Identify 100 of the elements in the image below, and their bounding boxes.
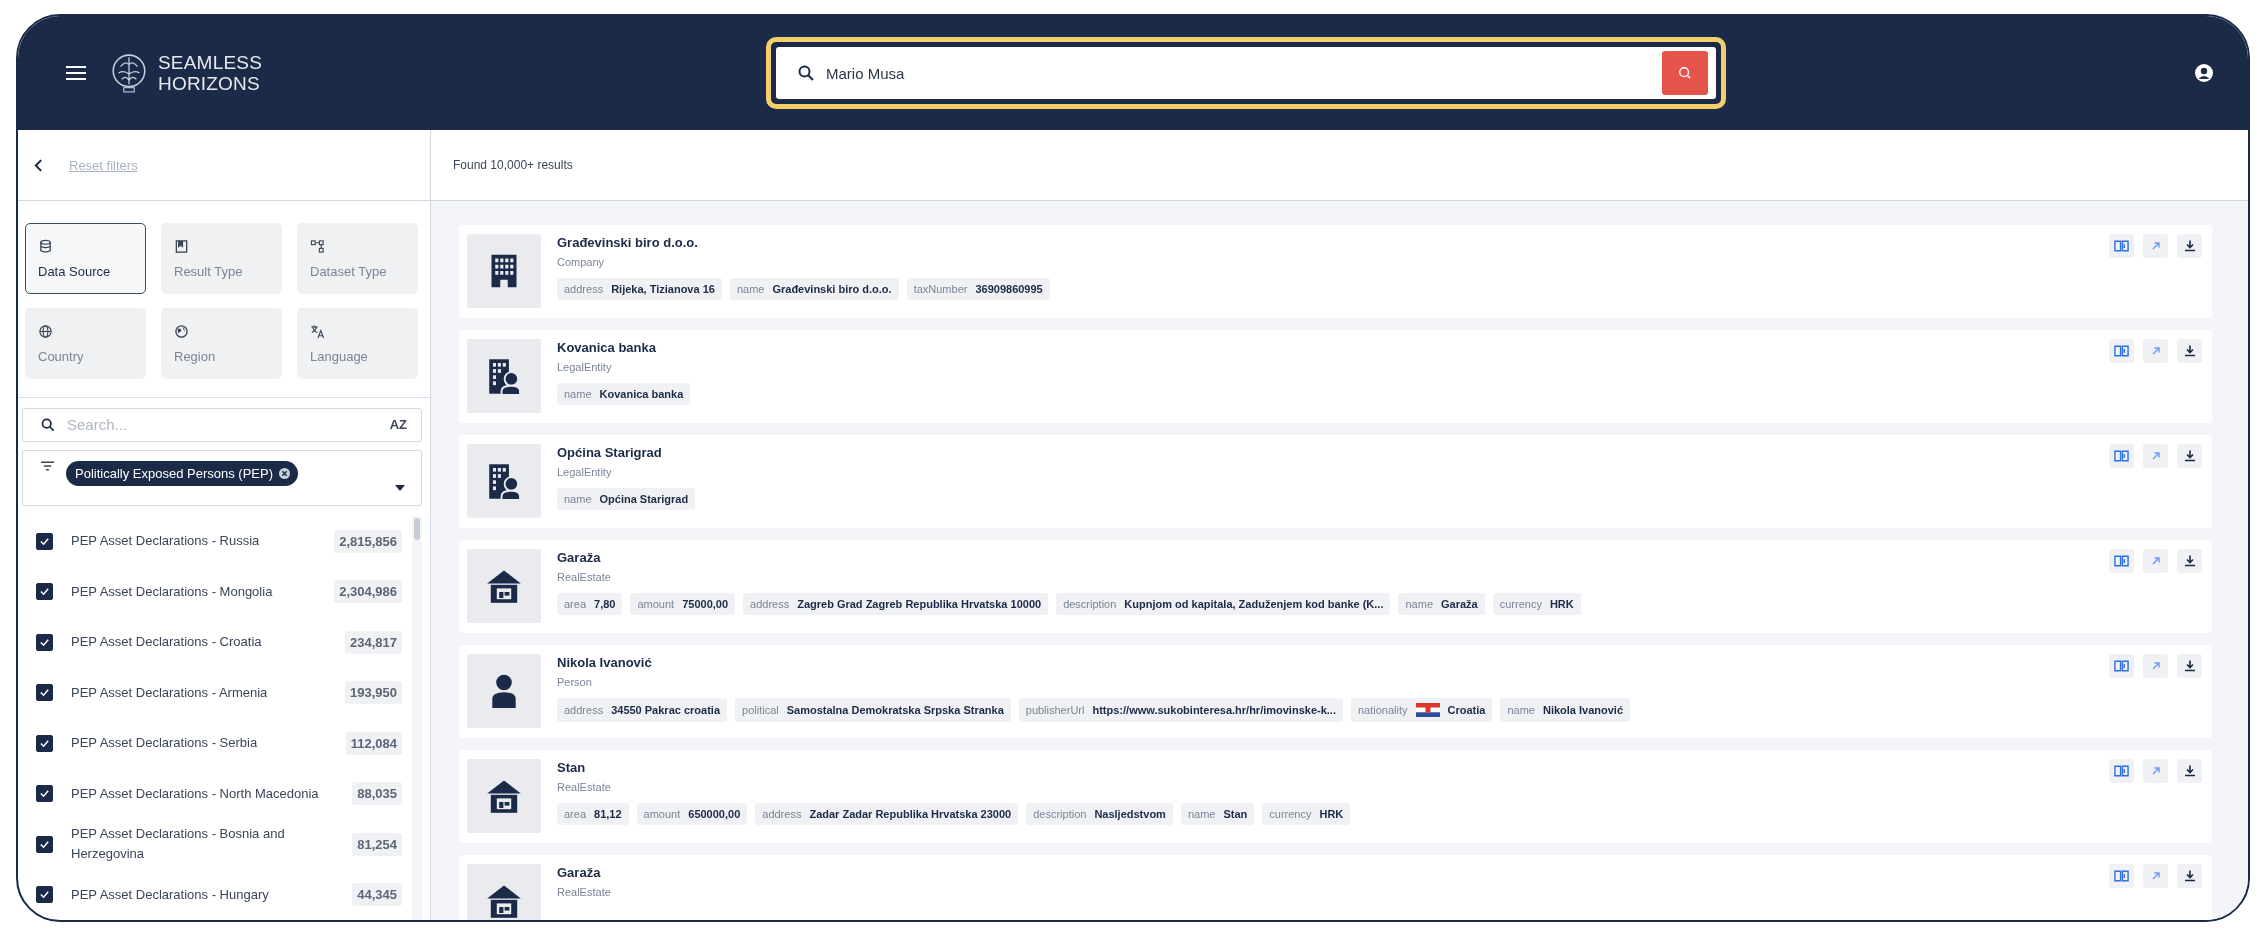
checkbox[interactable] xyxy=(36,532,53,550)
property-tag: publisherUrl https://www.sukobinteresa.hr/hr/imovinske-k... xyxy=(1018,698,1343,722)
property-tag: currency HRK xyxy=(1262,803,1351,825)
arrow-icon xyxy=(2150,871,2161,881)
filter-tab[interactable]: Data Source xyxy=(25,223,146,294)
dataset-search-field[interactable]: Search... AZ xyxy=(22,408,422,442)
download-button[interactable] xyxy=(2177,234,2202,258)
count-badge: 44,345 xyxy=(352,883,402,907)
property-tag: currency HRK xyxy=(1492,593,1581,615)
result-card[interactable]: Stan RealEstate area 81,12 amount 650000,00 address Zadar Zadar Republika Hrvatska 23000 description Nasljedstvom name Stan currency HRK xyxy=(459,750,2212,843)
result-title[interactable]: Kovanica banka xyxy=(557,340,2093,355)
details-button[interactable] xyxy=(2109,864,2134,888)
building-with-person-icon xyxy=(488,357,520,395)
result-title[interactable]: Nikola Ivanović xyxy=(557,655,2093,670)
category-chip[interactable]: Politically Exposed Persons (PEP) xyxy=(66,460,298,486)
bookmark-icon xyxy=(174,238,189,254)
count-badge: 88,035 xyxy=(352,782,402,806)
download-button[interactable] xyxy=(2177,759,2202,783)
result-title[interactable]: Garaža xyxy=(557,865,2093,880)
property-tag: nationality Croatia xyxy=(1350,698,1493,722)
check-icon xyxy=(39,838,50,850)
result-title[interactable]: Stan xyxy=(557,760,2093,775)
download-button[interactable] xyxy=(2177,549,2202,573)
property-tag: name Građevinski biro d.o.o. xyxy=(729,278,899,300)
details-button[interactable] xyxy=(2109,549,2134,573)
checkbox[interactable] xyxy=(36,684,53,702)
result-title[interactable]: Garaža xyxy=(557,550,2093,565)
checkbox[interactable] xyxy=(36,633,53,651)
result-type: RealEstate xyxy=(557,886,612,898)
scrollbar-thumb[interactable] xyxy=(414,518,420,540)
property-tag: address Rijeka, Tizianova 16 xyxy=(557,278,722,300)
property-tag: name Kovanica banka xyxy=(557,383,691,405)
check-icon xyxy=(39,737,50,749)
property-tag: political Samostalna Demokratska Srpska Stranka xyxy=(735,698,1011,722)
close-icon[interactable] xyxy=(279,467,290,479)
checkbox[interactable] xyxy=(36,835,53,853)
category-select[interactable]: Politically Exposed Persons (PEP) xyxy=(22,449,422,506)
arrow-icon xyxy=(2150,766,2161,776)
building-with-person-icon xyxy=(488,462,520,500)
menu-icon[interactable] xyxy=(66,65,86,81)
property-tag: address Zagreb Grad Zagreb Republika Hrvatska 10000 xyxy=(743,593,1049,615)
search-input[interactable]: Search... xyxy=(65,415,378,435)
person-icon xyxy=(491,674,517,708)
download-button[interactable] xyxy=(2177,864,2202,888)
download-button[interactable] xyxy=(2177,339,2202,363)
count-badge: 112,084 xyxy=(345,731,402,755)
dataset-label: PEP Asset Declarations - Mongolia xyxy=(71,582,274,601)
property-tag: name Nikola Ivanović xyxy=(1500,698,1631,722)
details-button[interactable] xyxy=(2109,444,2134,468)
result-card[interactable]: Kovanica banka LegalEntity name Kovanica banka xyxy=(459,330,2212,423)
details-button[interactable] xyxy=(2109,234,2134,258)
property-tag: description Kupnjom od kapitala, Zaduženjem kod banke (K... xyxy=(1056,593,1391,615)
result-card[interactable]: Građevinski biro d.o.o. Company address Rijeka, Tizianova 16 name Građevinski biro d.o.o. taxNumber 36909860995 xyxy=(459,225,2212,318)
download-icon xyxy=(2183,345,2196,357)
hierarchy-icon xyxy=(310,238,325,254)
results-count: Found 10,000+ results xyxy=(453,158,573,172)
result-card[interactable]: Nikola Ivanović Person address 34550 Pakrac croatia political Samostalna Demokratska Srpska Stranka publisherUrl https://www.sukobinteresa.hr/hr/imovinske-k... nationality Croatia name Nikola Ivanović xyxy=(459,645,2212,738)
sort-button[interactable]: AZ xyxy=(387,415,409,435)
house-icon xyxy=(486,884,522,918)
result-title[interactable]: Općina Starigrad xyxy=(557,445,2093,460)
search-icon xyxy=(41,417,55,432)
result-title[interactable]: Građevinski biro d.o.o. xyxy=(557,235,2093,250)
details-button[interactable] xyxy=(2109,339,2134,363)
user-avatar-icon[interactable] xyxy=(2194,63,2214,83)
dataset-label: PEP Asset Declarations - Croatia xyxy=(71,633,263,652)
result-card[interactable]: Garaža RealEstate xyxy=(459,855,2212,920)
property-tag: name Garaža xyxy=(1398,593,1485,615)
download-button[interactable] xyxy=(2177,654,2202,678)
download-button[interactable] xyxy=(2177,444,2202,468)
result-card[interactable]: Garaža RealEstate area 7,80 amount 75000,00 address Zagreb Grad Zagreb Republika Hrvatska 10000 description Kupnjom od kapitala, Zaduženjem kod banke (K... name Garaža currency HRK xyxy=(459,540,2212,633)
property-tag: name Općina Starigrad xyxy=(557,488,696,510)
download-icon xyxy=(2183,555,2196,567)
logo-text: SEAMLESS HORIZONS xyxy=(158,52,263,94)
database-icon xyxy=(38,238,53,254)
download-icon xyxy=(2183,660,2196,672)
checkbox[interactable] xyxy=(36,886,53,904)
house-icon xyxy=(486,779,522,813)
details-button[interactable] xyxy=(2109,654,2134,678)
book-icon xyxy=(2114,450,2129,462)
download-icon xyxy=(2183,240,2196,252)
result-type: LegalEntity xyxy=(557,466,613,478)
count-badge: 193,950 xyxy=(345,681,402,705)
checkbox[interactable] xyxy=(36,583,53,601)
dataset-label: PEP Asset Declarations - Russia xyxy=(71,532,261,551)
search-input[interactable]: Mario Musa xyxy=(824,63,1652,83)
check-icon xyxy=(39,687,50,699)
download-icon xyxy=(2183,870,2196,882)
result-type: Company xyxy=(557,256,606,268)
result-card[interactable]: Općina Starigrad LegalEntity name Općina Starigrad xyxy=(459,435,2212,528)
checkbox[interactable] xyxy=(36,785,53,803)
checkbox[interactable] xyxy=(36,734,53,752)
check-icon xyxy=(39,788,50,800)
details-button[interactable] xyxy=(2109,759,2134,783)
house-icon xyxy=(486,569,522,603)
check-icon xyxy=(39,535,50,547)
back-chevron-icon[interactable] xyxy=(34,158,43,172)
search-field[interactable]: Mario Musa xyxy=(776,47,1716,99)
count-badge: 2,815,856 xyxy=(334,529,402,553)
check-icon xyxy=(39,636,50,648)
earth-icon xyxy=(174,323,189,339)
